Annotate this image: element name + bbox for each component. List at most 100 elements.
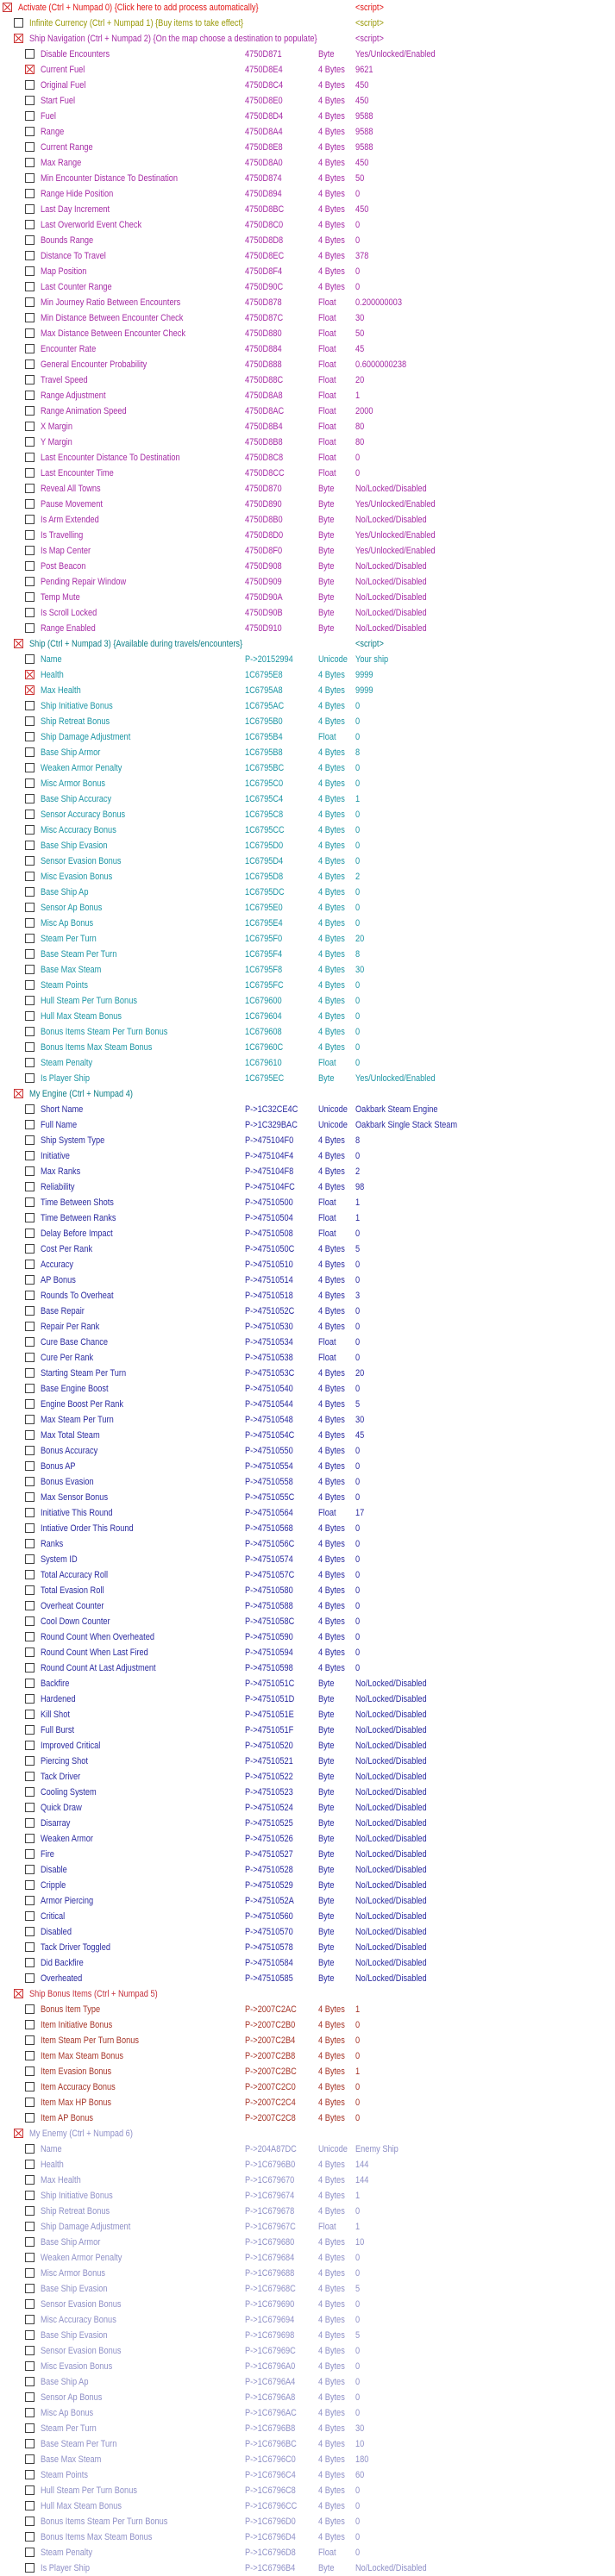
record-type[interactable]: 4 Bytes [318, 78, 349, 93]
record-value[interactable]: 0 [355, 760, 574, 776]
record-value[interactable]: 0 [355, 698, 574, 714]
record-value[interactable]: 0 [355, 1614, 574, 1629]
record-value[interactable]: 0 [355, 2390, 574, 2405]
active-checkbox[interactable] [25, 716, 35, 726]
record-type[interactable]: 4 Bytes [318, 155, 349, 171]
active-checkbox[interactable] [25, 313, 35, 322]
table-row[interactable]: Initiative P->475104F4 4 Bytes 0 [0, 1148, 615, 1164]
record-address[interactable]: 4750D8C4 [245, 78, 283, 93]
active-checkbox[interactable] [25, 1322, 35, 1331]
table-row[interactable]: Max Sensor Bonus P->4751055C 4 Bytes 0 [0, 1490, 615, 1505]
record-address[interactable]: P->2007C2C4 [245, 2095, 296, 2110]
active-checkbox[interactable] [25, 2299, 35, 2309]
table-row[interactable]: Steam Per Turn 1C6795F0 4 Bytes 20 [0, 931, 615, 947]
record-address[interactable]: P->47510540 [245, 1381, 293, 1397]
record-description[interactable]: Disabled [41, 1924, 72, 1940]
record-address[interactable]: P->2007C2AC [245, 2002, 297, 2017]
active-checkbox[interactable] [25, 499, 35, 509]
record-value[interactable]: 50 [355, 326, 574, 341]
record-type[interactable]: Byte [318, 2560, 349, 2576]
active-checkbox[interactable] [25, 577, 35, 586]
record-address[interactable]: P->1C329BAC [245, 1117, 298, 1133]
record-address[interactable]: P->47510524 [245, 1800, 293, 1816]
record-description[interactable]: Disable [41, 1862, 67, 1878]
table-row[interactable]: Ship Initiative Bonus P->1C679674 4 Byte… [0, 2188, 615, 2204]
table-row[interactable]: Sensor Evasion Bonus P->1C679690 4 Bytes… [0, 2297, 615, 2312]
active-checkbox[interactable] [25, 158, 35, 167]
record-value[interactable]: Yes/Unlocked/Enabled [355, 528, 574, 543]
table-row[interactable]: Ship Navigation (Ctrl + Numpad 2) {On th… [0, 31, 615, 47]
record-description[interactable]: Bonus Items Max Steam Bonus [41, 1040, 152, 1055]
record-type[interactable]: 4 Bytes [318, 2048, 349, 2064]
record-description[interactable]: X Margin [41, 419, 72, 435]
active-checkbox[interactable] [25, 1135, 35, 1145]
record-type[interactable]: 4 Bytes [318, 2514, 349, 2529]
table-row[interactable]: Max Steam Per Turn P->47510548 4 Bytes 3… [0, 1412, 615, 1428]
record-type[interactable]: 4 Bytes [318, 869, 349, 885]
table-row[interactable]: Ranks P->4751056C 4 Bytes 0 [0, 1536, 615, 1552]
record-address[interactable]: P->47510590 [245, 1629, 293, 1645]
record-value[interactable]: 0 [355, 1304, 574, 1319]
record-type[interactable]: 4 Bytes [318, 1412, 349, 1428]
record-type[interactable]: Byte [318, 1754, 349, 1769]
table-row[interactable]: My Engine (Ctrl + Numpad 4) [0, 1086, 615, 1102]
active-checkbox[interactable] [14, 1089, 23, 1098]
record-value[interactable]: Oakbark Steam Engine [355, 1102, 574, 1117]
record-type[interactable]: 4 Bytes [318, 683, 349, 698]
record-address[interactable]: 4750D8E0 [245, 93, 283, 109]
record-value[interactable]: 0 [355, 1629, 574, 1645]
table-row[interactable]: Cost Per Rank P->4751050C 4 Bytes 5 [0, 1241, 615, 1257]
record-type[interactable] [318, 0, 349, 16]
active-checkbox[interactable] [25, 825, 35, 835]
record-address[interactable]: 1C6795EC [245, 1071, 284, 1086]
table-row[interactable]: Base Engine Boost P->47510540 4 Bytes 0 [0, 1381, 615, 1397]
record-value[interactable]: 450 [355, 202, 574, 217]
record-description[interactable]: Disable Encounters [41, 47, 110, 62]
active-checkbox[interactable] [25, 2423, 35, 2433]
active-checkbox[interactable] [25, 1865, 35, 1874]
record-type[interactable]: Byte [318, 574, 349, 590]
record-value[interactable]: 10 [355, 2235, 574, 2250]
record-address[interactable]: P->1C67969C [245, 2343, 296, 2359]
table-row[interactable]: Item Evasion Bonus P->2007C2BC 4 Bytes 1 [0, 2064, 615, 2079]
record-description[interactable]: Fuel [41, 109, 56, 124]
record-type[interactable]: 4 Bytes [318, 698, 349, 714]
record-type[interactable]: 4 Bytes [318, 124, 349, 140]
record-type[interactable]: Float [318, 388, 349, 403]
record-type[interactable]: Float [318, 326, 349, 341]
record-address[interactable]: 1C679608 [245, 1024, 282, 1040]
table-row[interactable]: Range Enabled 4750D910 Byte No/Locked/Di… [0, 621, 615, 636]
active-checkbox[interactable] [25, 1011, 35, 1021]
record-address[interactable]: 4750D910 [245, 621, 282, 636]
table-row[interactable]: Bonus Evasion P->47510558 4 Bytes 0 [0, 1474, 615, 1490]
record-type[interactable]: Byte [318, 590, 349, 605]
record-description[interactable]: Distance To Travel [41, 248, 106, 264]
record-type[interactable]: 4 Bytes [318, 233, 349, 248]
record-value[interactable]: 0 [355, 233, 574, 248]
record-description[interactable]: Weaken Armor Penalty [41, 760, 122, 776]
active-checkbox[interactable] [25, 1120, 35, 1129]
record-value[interactable]: No/Locked/Disabled [355, 590, 574, 605]
table-row[interactable]: Last Counter Range 4750D90C 4 Bytes 0 [0, 279, 615, 295]
record-address[interactable]: P->1C6796B8 [245, 2421, 295, 2436]
table-row[interactable]: Base Ship Evasion P->1C679698 4 Bytes 5 [0, 2328, 615, 2343]
record-value[interactable]: 8 [355, 1133, 574, 1148]
active-checkbox[interactable] [25, 2517, 35, 2526]
table-row[interactable]: Intiative Order This Round P->47510568 4… [0, 1521, 615, 1536]
active-checkbox[interactable] [25, 1027, 35, 1036]
record-type[interactable]: 4 Bytes [318, 1381, 349, 1397]
active-checkbox[interactable] [25, 235, 35, 245]
record-type[interactable] [318, 1086, 349, 1102]
record-value[interactable]: 0 [355, 2312, 574, 2328]
record-description[interactable]: Range Adjustment [41, 388, 106, 403]
active-checkbox[interactable] [25, 80, 35, 90]
record-address[interactable]: 4750D8B4 [245, 419, 283, 435]
active-checkbox[interactable] [25, 546, 35, 555]
record-description[interactable]: Hull Steam Per Turn Bonus [41, 2483, 137, 2498]
table-row[interactable]: Base Ship Ap P->1C6796A4 4 Bytes 0 [0, 2374, 615, 2390]
table-row[interactable]: Time Between Shots P->47510500 Float 1 [0, 1195, 615, 1210]
active-checkbox[interactable] [25, 1058, 35, 1067]
record-type[interactable]: Float [318, 295, 349, 310]
record-description[interactable]: Did Backfire [41, 1955, 84, 1971]
record-type[interactable]: Float [318, 435, 349, 450]
